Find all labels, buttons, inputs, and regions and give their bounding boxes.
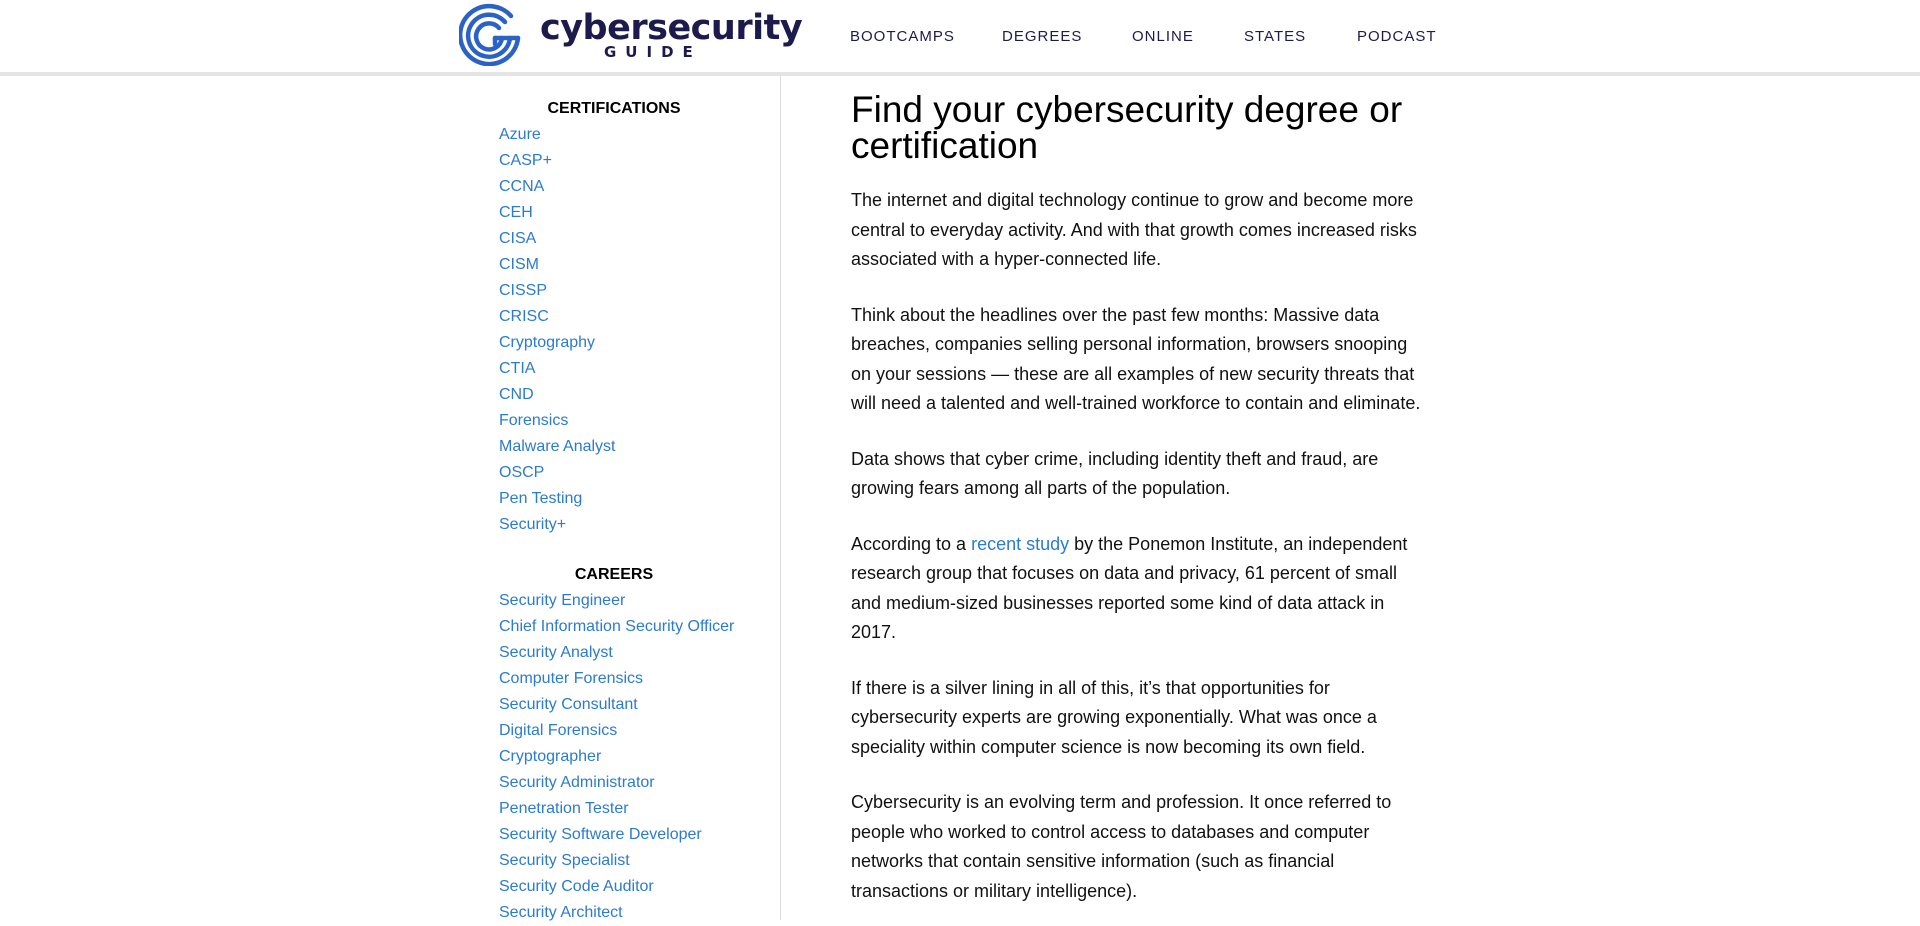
paragraph-headlines: Think about the headlines over the past … [851,304,1421,414]
sidebar-link-security-administrator[interactable]: Security Administrator [499,774,655,791]
sidebar-link-security-specialist[interactable]: Security Specialist [499,852,630,869]
sidebar-link-casp[interactable]: CASP+ [499,152,552,169]
list-item: CCNA [499,174,729,200]
paragraph-evolving-term: Cybersecurity is an evolving term and pr… [851,792,1392,901]
sidebar-link-security-architect[interactable]: Security Architect [499,904,623,921]
nav-item-podcast[interactable]: PODCAST [1357,28,1437,45]
list-item: CASP+ [499,148,729,174]
main-content: Find your cybersecurity degree or certif… [851,89,1431,906]
sidebar-link-penetration-tester[interactable]: Penetration Tester [499,800,629,817]
nav-item-states[interactable]: STATES [1244,28,1306,45]
sidebar-link-security-engineer[interactable]: Security Engineer [499,592,625,609]
list-item: CISA [499,226,729,252]
recent-study-link[interactable]: recent study [971,534,1069,554]
sidebar-link-cnd[interactable]: CND [499,386,534,403]
list-item: Digital Forensics [499,718,734,744]
logo-tagline: GUIDE [604,43,702,61]
sidebar-link-cism[interactable]: CISM [499,256,539,273]
sidebar-link-security-plus[interactable]: Security+ [499,516,566,533]
sidebar: CERTIFICATIONS Azure CASP+ CCNA CEH CISA… [499,76,781,921]
logo-wordmark: cybersecurity [540,8,803,48]
list-item: Cryptographer [499,744,734,770]
list-item: Security Code Auditor [499,874,734,900]
sidebar-link-azure[interactable]: Azure [499,126,541,143]
sidebar-link-ctia[interactable]: CTIA [499,360,535,377]
list-item: Security Specialist [499,848,734,874]
sidebar-link-ceh[interactable]: CEH [499,204,533,221]
sidebar-link-ccna[interactable]: CCNA [499,178,544,195]
list-item: Azure [499,122,729,148]
list-item: Security Administrator [499,770,734,796]
list-item: OSCP [499,460,729,486]
list-item: Security Architect [499,900,734,926]
paragraph-silver-lining: If there is a silver lining in all of th… [851,677,1377,757]
sidebar-link-ciso[interactable]: Chief Information Security Officer [499,618,734,635]
list-item: CISM [499,252,729,278]
sidebar-link-oscp[interactable]: OSCP [499,464,544,481]
paragraph-ponemon-study: According to a recent study by the Ponem… [851,530,1431,648]
list-item: CEH [499,200,729,226]
sidebar-link-computer-forensics[interactable]: Computer Forensics [499,670,643,687]
page-title: Find your cybersecurity degree or certif… [851,89,1403,166]
paragraph-text: According to a [851,533,972,554]
sidebar-link-crisc[interactable]: CRISC [499,308,549,325]
site-header: cybersecurity GUIDE BOOTCAMPS DEGREES ON… [0,0,1920,76]
list-item: Penetration Tester [499,796,734,822]
sidebar-link-security-consultant[interactable]: Security Consultant [499,696,638,713]
sidebar-link-malware-analyst[interactable]: Malware Analyst [499,438,616,455]
list-item: Forensics [499,408,729,434]
sidebar-link-security-software-developer[interactable]: Security Software Developer [499,826,702,843]
nav-item-online[interactable]: ONLINE [1132,28,1194,45]
list-item: Security+ [499,512,729,538]
list-item: Cryptography [499,330,729,356]
list-item: Pen Testing [499,486,729,512]
certifications-list: Azure CASP+ CCNA CEH CISA CISM CISSP CRI… [499,122,729,538]
sidebar-link-digital-forensics[interactable]: Digital Forensics [499,722,617,739]
list-item: Security Consultant [499,692,734,718]
list-item: Malware Analyst [499,434,729,460]
sidebar-link-cisa[interactable]: CISA [499,230,536,247]
spiral-g-logo-icon [459,3,521,66]
nav-item-degrees[interactable]: DEGREES [1002,28,1082,45]
site-logo[interactable]: cybersecurity GUIDE [459,2,803,66]
list-item: Security Analyst [499,640,734,666]
certifications-heading: CERTIFICATIONS [547,100,681,117]
careers-section: CAREERS Security Engineer Chief Informat… [499,562,734,926]
list-item: CRISC [499,304,729,330]
nav-item-bootcamps[interactable]: BOOTCAMPS [850,28,955,45]
list-item: Chief Information Security Officer [499,614,734,640]
careers-heading: CAREERS [574,566,654,583]
list-item: Security Engineer [499,588,734,614]
sidebar-link-cryptographer[interactable]: Cryptographer [499,748,601,765]
certifications-section: CERTIFICATIONS Azure CASP+ CCNA CEH CISA… [499,96,729,538]
sidebar-link-cissp[interactable]: CISSP [499,282,547,299]
list-item: CTIA [499,356,729,382]
list-item: CND [499,382,729,408]
list-item: Computer Forensics [499,666,734,692]
list-item: CISSP [499,278,729,304]
sidebar-link-cryptography[interactable]: Cryptography [499,334,595,351]
careers-list: Security Engineer Chief Information Secu… [499,588,734,926]
sidebar-link-pen-testing[interactable]: Pen Testing [499,490,582,507]
paragraph-cyber-crime: Data shows that cyber crime, including i… [851,448,1379,499]
sidebar-link-security-analyst[interactable]: Security Analyst [499,644,613,661]
sidebar-link-security-code-auditor[interactable]: Security Code Auditor [499,878,654,895]
list-item: Security Software Developer [499,822,734,848]
sidebar-link-forensics[interactable]: Forensics [499,412,568,429]
paragraph-intro: The internet and digital technology cont… [851,190,1417,269]
